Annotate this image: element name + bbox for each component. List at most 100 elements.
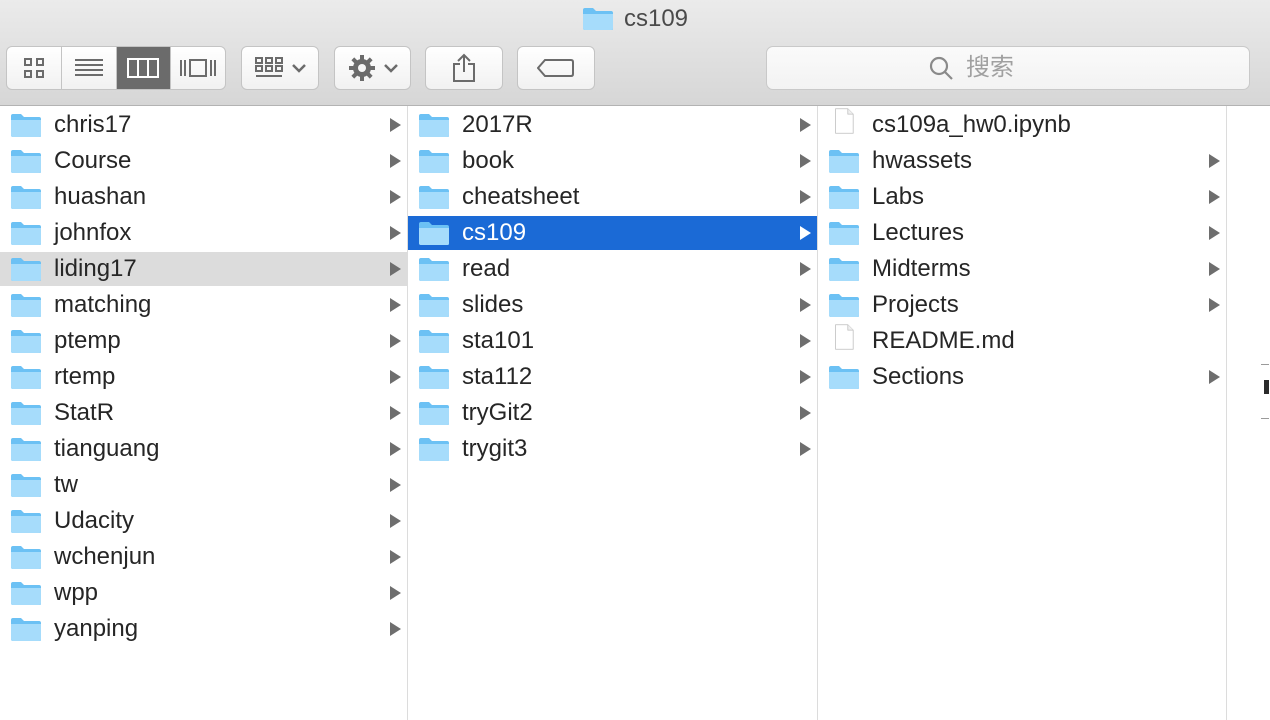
action-button[interactable] [334, 46, 411, 90]
folder-row[interactable]: Midterms [818, 252, 1226, 286]
tag-icon [537, 59, 574, 77]
search-field[interactable] [766, 46, 1250, 90]
folder-icon [829, 366, 859, 389]
disclosure-arrow-icon [390, 586, 401, 600]
disclosure-arrow-icon [800, 370, 811, 384]
folder-icon [419, 294, 449, 317]
folder-row[interactable]: ptemp [0, 324, 407, 358]
item-label: johnfox [54, 219, 132, 246]
disclosure-arrow-icon [800, 154, 811, 168]
item-label: Sections [872, 363, 965, 390]
folder-row[interactable]: liding17 [0, 252, 407, 286]
browser-column-1: chris17 Course huashan johnfox liding17 match… [0, 106, 408, 720]
icon-view-button[interactable] [7, 47, 62, 89]
share-button[interactable] [425, 46, 503, 90]
folder-row[interactable]: cs109 [408, 216, 817, 250]
disclosure-arrow-icon [1209, 262, 1220, 276]
disclosure-arrow-icon [1209, 190, 1220, 204]
folder-row[interactable]: 2017R [408, 108, 817, 142]
item-label: sta112 [462, 363, 533, 390]
folder-row[interactable]: matching [0, 288, 407, 322]
item-label: ptemp [54, 327, 121, 354]
disclosure-arrow-icon [390, 514, 401, 528]
folder-row[interactable]: chris17 [0, 108, 407, 142]
folder-row[interactable]: StatR [0, 396, 407, 430]
folder-row[interactable]: wpp [0, 576, 407, 610]
list-view-button[interactable] [62, 47, 117, 89]
item-label: Midterms [872, 255, 971, 282]
search-input[interactable] [964, 53, 1088, 83]
folder-row[interactable]: Lectures [818, 216, 1226, 250]
disclosure-arrow-icon [390, 190, 401, 204]
folder-row[interactable]: Course [0, 144, 407, 178]
file-row[interactable]: cs109a_hw0.ipynb [818, 108, 1226, 142]
folder-row[interactable]: read [408, 252, 817, 286]
folder-row[interactable]: Labs [818, 180, 1226, 214]
folder-row[interactable]: sta112 [408, 360, 817, 394]
column-view-button[interactable] [116, 47, 172, 89]
folder-icon [11, 222, 41, 245]
folder-row[interactable]: Projects [818, 288, 1226, 322]
tags-button[interactable] [517, 46, 595, 90]
item-label: huashan [54, 183, 147, 210]
folder-row[interactable]: tryGit2 [408, 396, 817, 430]
folder-icon [419, 186, 449, 209]
folder-row[interactable]: Udacity [0, 504, 407, 538]
folder-row[interactable]: book [408, 144, 817, 178]
folder-row[interactable]: sta101 [408, 324, 817, 358]
disclosure-arrow-icon [390, 154, 401, 168]
folder-row[interactable]: johnfox [0, 216, 407, 250]
disclosure-arrow-icon [390, 442, 401, 456]
chevron-down-icon [292, 64, 306, 73]
file-row[interactable]: README.md [818, 324, 1226, 358]
browser-column-2: 2017R book cheatsheet cs109 read slides sta101… [408, 106, 818, 720]
document-icon [835, 108, 854, 134]
folder-row[interactable]: yanping [0, 612, 407, 646]
coverflow-icon [180, 59, 217, 77]
divider [1261, 418, 1269, 419]
disclosure-arrow-icon [800, 190, 811, 204]
disclosure-arrow-icon [390, 298, 401, 312]
arrange-button[interactable] [241, 46, 319, 90]
item-label: wchenjun [54, 543, 156, 570]
folder-icon [419, 438, 449, 461]
disclosure-arrow-icon [390, 478, 401, 492]
folder-icon [11, 618, 41, 641]
folder-row[interactable]: wchenjun [0, 540, 407, 574]
folder-icon [11, 114, 41, 137]
folder-icon [11, 402, 41, 425]
folder-icon [11, 330, 41, 353]
cover-flow-view-button[interactable] [171, 47, 225, 89]
disclosure-arrow-icon [390, 622, 401, 636]
folder-icon [829, 186, 859, 209]
item-label: Lectures [872, 219, 965, 246]
item-label: rtemp [54, 363, 116, 390]
folder-row[interactable]: rtemp [0, 360, 407, 394]
folder-row[interactable]: trygit3 [408, 432, 817, 466]
browser-column-3: cs109a_hw0.ipynb hwassets Labs Lectures Midt… [818, 106, 1227, 720]
folder-row[interactable]: Sections [818, 360, 1226, 394]
folder-icon [11, 474, 41, 497]
folder-icon [419, 222, 449, 245]
folder-row[interactable]: tw [0, 468, 407, 502]
disclosure-arrow-icon [390, 370, 401, 384]
item-label: Labs [872, 183, 925, 210]
folder-icon [11, 582, 41, 605]
item-label: read [462, 255, 511, 282]
folder-row[interactable]: slides [408, 288, 817, 322]
folder-icon [11, 366, 41, 389]
view-mode-segmented-control[interactable] [6, 46, 226, 90]
columns-icon [127, 58, 160, 78]
disclosure-arrow-icon [390, 406, 401, 420]
folder-icon [419, 114, 449, 137]
folder-row[interactable]: cheatsheet [408, 180, 817, 214]
folder-row[interactable]: tianguang [0, 432, 407, 466]
folder-row[interactable]: huashan [0, 180, 407, 214]
folder-row[interactable]: hwassets [818, 144, 1226, 178]
folder-icon [419, 402, 449, 425]
folder-icon [829, 150, 859, 173]
window-title: cs109 [0, 4, 1270, 34]
item-label: wpp [54, 579, 99, 606]
folder-icon [829, 258, 859, 281]
finder-toolbar: cs109 [0, 0, 1270, 106]
